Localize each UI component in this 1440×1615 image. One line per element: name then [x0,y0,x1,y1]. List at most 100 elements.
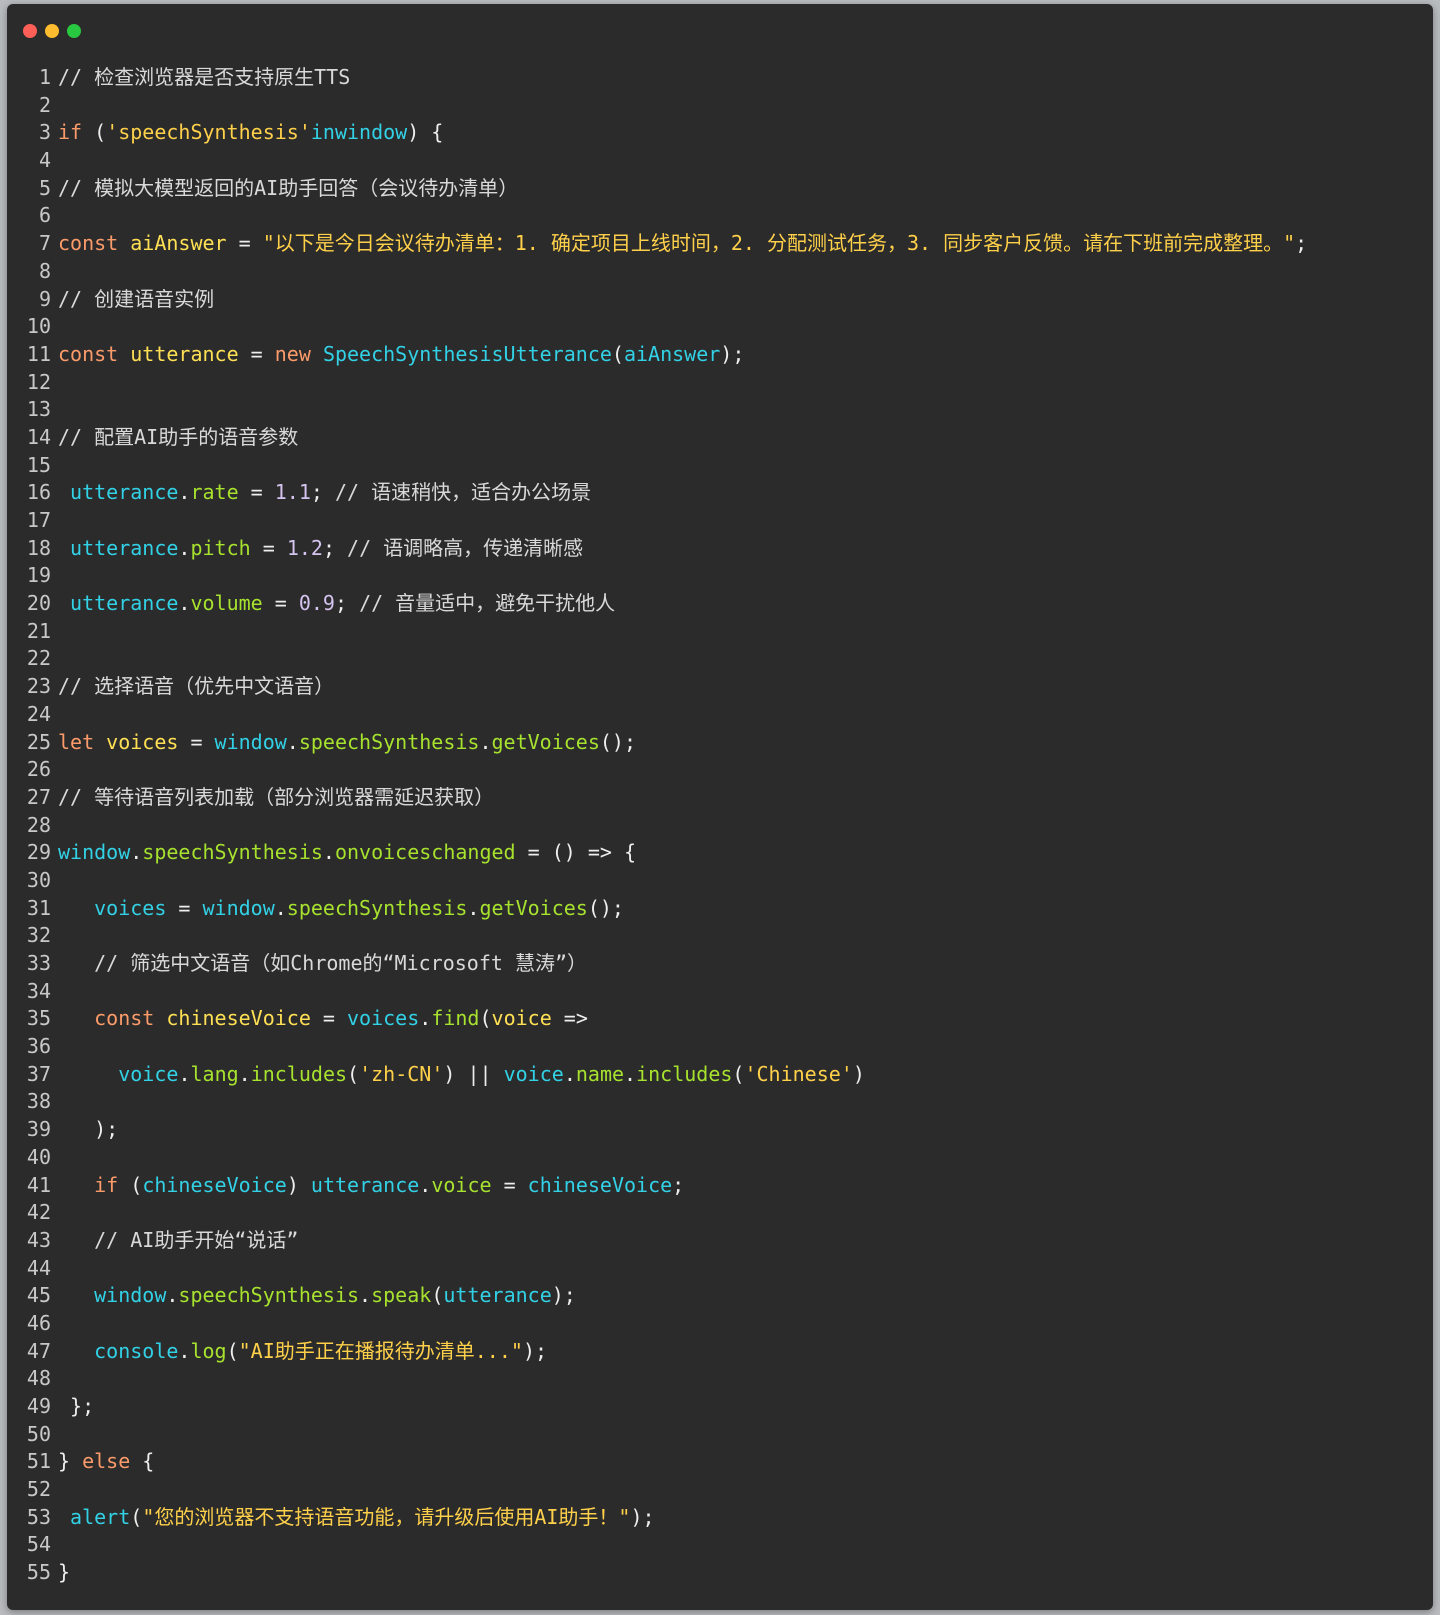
line-number: 27 [26,784,51,809]
code-line: 41 if (chineseVoice) utterance.voice = c… [7,1172,1433,1200]
line-number: 51 [26,1449,51,1474]
code-line: 36 [7,1033,1433,1061]
code-token: ); [522,1338,548,1363]
code-token: ; [672,1172,685,1197]
code-token: ( [226,1338,239,1363]
code-token: lang [190,1061,239,1086]
minimize-button[interactable] [45,24,59,38]
code-token: onvoiceschanged [334,840,516,865]
code-token: = [226,231,263,256]
code-line: 32 [7,922,1433,950]
code-token: 'Chinese' [744,1061,853,1086]
line-number: 55 [26,1560,51,1585]
code-line: 49 }; [7,1393,1433,1421]
code-token: ( [118,1172,143,1197]
code-token: window [94,1283,167,1308]
code-token: aiAnswer [623,341,721,366]
line-number: 33 [26,951,51,975]
line-number: 48 [26,1366,51,1391]
line-number: 46 [26,1310,51,1335]
code-token: (); [587,895,624,920]
code-token: // 检查浏览器是否支持原生TTS [58,65,351,89]
code-token: ( [431,1283,444,1308]
code-token: // 选择语音（优先中文语音） [58,674,335,699]
code-token: inwindow [310,120,408,145]
zoom-button[interactable] [67,24,81,38]
code-token: window [58,840,131,865]
line-number: 32 [26,923,51,948]
line-number: 11 [26,341,51,366]
line-number: 28 [26,812,51,837]
line-content: let voices = window.speechSynthesis.getV… [51,729,636,757]
code-token: includes [250,1061,348,1086]
code-line: 43 // AI助手开始“说话” [7,1227,1433,1255]
code-token: ); [720,341,745,366]
line-content: // 创建语音实例 [51,286,214,314]
code-window: 1// 检查浏览器是否支持原生TTS 2 3 if ('speechSynthesis… [7,4,1433,1610]
titlebar [7,4,1433,54]
code-token: ); [551,1283,576,1308]
line-number: 41 [26,1172,51,1197]
code-token: const [94,1006,155,1031]
code-token: voices [347,1006,420,1031]
line-number: 45 [26,1283,51,1308]
code-token: console [94,1338,179,1363]
code-token: = [178,729,215,754]
code-token: // 配置AI助手的语音参数 [58,424,299,449]
code-line: 3 if ('speechSynthesis'inwindow) { [7,119,1433,147]
code-line: 38 [7,1088,1433,1116]
close-button[interactable] [23,24,37,38]
line-number: 47 [26,1338,51,1363]
code-line: 25 let voices = window.speechSynthesis.ge… [7,729,1433,757]
code-token: voice [431,1172,492,1197]
code-token: . [178,480,191,505]
code-token: = [238,480,275,505]
code-line: 40 [7,1144,1433,1172]
code-token: => [551,1006,588,1031]
code-token: speechSynthesis [142,840,323,865]
code-token: if [94,1172,119,1197]
code-token: const [58,341,119,366]
code-token: ; [1295,231,1308,256]
code-token: voices [106,729,179,754]
line-number: 26 [26,757,51,782]
line-content: // 配置AI助手的语音参数 [51,424,298,452]
code-token: = [238,341,275,366]
line-number: 10 [26,314,51,339]
line-number: 42 [26,1200,51,1225]
code-token: = () => { [515,840,637,865]
line-content: window.speechSynthesis.speak(utterance); [51,1282,576,1310]
code-token: "AI助手正在播报待办清单..." [238,1338,523,1363]
code-token: } [58,1560,71,1585]
code-token: "您的浏览器不支持语音功能，请升级后使用AI助手！" [142,1504,631,1529]
code-token: ); [630,1504,655,1529]
line-content: const chineseVoice = voices.find(voice =… [51,1005,588,1033]
code-editor[interactable]: 1// 检查浏览器是否支持原生TTS 2 3 if ('speechSynthesis… [7,64,1433,1587]
line-number: 21 [26,618,51,643]
code-line: 23 // 选择语音（优先中文语音） [7,673,1433,701]
code-token: }; [58,1394,95,1418]
code-token: utterance [310,1172,420,1197]
line-content: utterance.rate = 1.1; // 语速稍快，适合办公场景 [51,479,591,507]
code-token: find [431,1006,480,1031]
line-number: 15 [26,452,51,477]
line-content: if ('speechSynthesis'inwindow) { [51,119,443,147]
code-line: 51} else { [7,1448,1433,1476]
code-token: voice [503,1061,564,1086]
code-token: . [322,840,335,865]
line-content: const utterance = new SpeechSynthesisUtt… [51,341,744,369]
code-token: new [274,341,311,366]
line-content: // 等待语音列表加载（部分浏览器需延迟获取） [51,784,494,812]
line-content: voice.lang.includes('zh-CN') || voice.na… [51,1061,865,1089]
line-number: 30 [26,867,51,892]
code-line: 9 // 创建语音实例 [7,286,1433,314]
line-number: 44 [26,1255,51,1280]
